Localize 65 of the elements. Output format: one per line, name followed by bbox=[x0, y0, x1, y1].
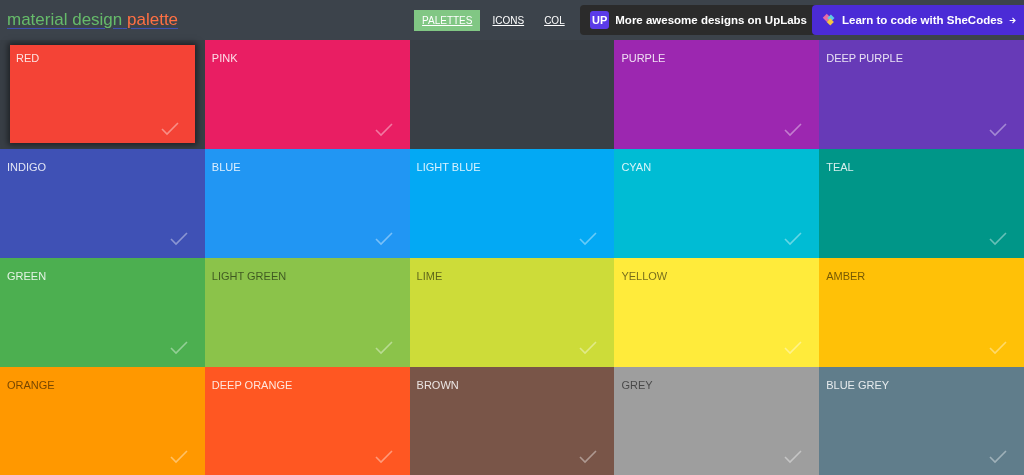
color-swatch[interactable]: BLUE bbox=[204, 149, 410, 258]
banner-text: Learn to code with SheCodes bbox=[842, 14, 1003, 26]
color-swatch[interactable]: LIGHT BLUE bbox=[409, 149, 615, 258]
check-icon bbox=[374, 123, 393, 137]
color-name: DEEP ORANGE bbox=[211, 379, 293, 391]
color-name: BROWN bbox=[416, 379, 459, 391]
color-swatch[interactable]: INDIGO bbox=[0, 149, 205, 258]
nav-tab[interactable]: PALETTES bbox=[414, 9, 481, 31]
color-swatch[interactable]: DEEP ORANGE bbox=[204, 367, 410, 475]
color-name: YELLOW bbox=[621, 270, 668, 282]
check-icon bbox=[579, 341, 598, 355]
check-icon bbox=[989, 232, 1007, 246]
color-swatch[interactable]: RED bbox=[10, 45, 195, 143]
color-swatch[interactable]: PINK bbox=[204, 40, 410, 149]
check-icon bbox=[169, 450, 188, 464]
banner-text: More awesome designs on UpLabs bbox=[615, 14, 807, 26]
color-name: LIGHT BLUE bbox=[416, 161, 481, 173]
color-name: TEAL bbox=[826, 161, 854, 173]
check-icon bbox=[579, 232, 598, 246]
check-icon bbox=[784, 341, 803, 355]
check-icon bbox=[989, 450, 1007, 464]
color-swatch[interactable]: TEAL bbox=[819, 149, 1024, 258]
logo-text[interactable]: material design palette bbox=[7, 10, 179, 30]
color-name: ORANGE bbox=[7, 379, 55, 391]
nav-tab[interactable]: COL bbox=[536, 9, 573, 31]
color-name: PURPLE bbox=[621, 52, 666, 64]
color-name: CYAN bbox=[621, 161, 652, 173]
check-icon bbox=[784, 450, 803, 464]
color-swatch[interactable]: LIGHT GREEN bbox=[204, 258, 410, 367]
check-icon bbox=[989, 123, 1007, 137]
color-swatch[interactable]: BROWN bbox=[409, 367, 615, 475]
color-name: LIME bbox=[416, 270, 443, 282]
color-name: INDIGO bbox=[7, 161, 47, 173]
color-name: RED bbox=[16, 52, 40, 64]
check-icon bbox=[989, 341, 1007, 355]
color-swatch[interactable]: DEEP PURPLE bbox=[819, 40, 1024, 149]
check-icon bbox=[374, 341, 393, 355]
color-swatch[interactable]: BLUE GREY bbox=[819, 367, 1024, 475]
check-icon bbox=[579, 450, 598, 464]
color-swatch[interactable]: PURPLE bbox=[614, 40, 820, 149]
color-swatch[interactable]: AMBER bbox=[819, 258, 1024, 367]
nav-tab[interactable]: ICONS bbox=[484, 9, 533, 31]
color-name: GREEN bbox=[7, 270, 47, 282]
check-icon bbox=[169, 341, 188, 355]
check-icon bbox=[374, 450, 393, 464]
color-name: AMBER bbox=[826, 270, 866, 282]
color-swatch[interactable]: LIME bbox=[409, 258, 615, 367]
check-icon bbox=[374, 232, 393, 246]
color-name: GREY bbox=[621, 379, 653, 391]
color-swatch[interactable]: CYAN bbox=[614, 149, 820, 258]
color-name: LIGHT GREEN bbox=[211, 270, 287, 282]
check-icon bbox=[784, 123, 803, 137]
check-icon bbox=[784, 232, 803, 246]
check-icon bbox=[160, 122, 179, 136]
color-swatch[interactable]: YELLOW bbox=[614, 258, 820, 367]
color-swatch[interactable]: GREY bbox=[614, 367, 820, 475]
color-swatch[interactable]: GREEN bbox=[0, 258, 205, 367]
check-icon bbox=[169, 232, 188, 246]
color-name: BLUE bbox=[211, 161, 241, 173]
color-swatch[interactable]: ORANGE bbox=[0, 367, 205, 475]
color-name: PINK bbox=[211, 52, 238, 64]
color-name: BLUE GREY bbox=[826, 379, 890, 391]
shecodes-banner[interactable]: Learn to code with SheCodes bbox=[812, 5, 1024, 35]
logo-badge: UP bbox=[590, 11, 610, 29]
color-name: DEEP PURPLE bbox=[826, 52, 903, 64]
